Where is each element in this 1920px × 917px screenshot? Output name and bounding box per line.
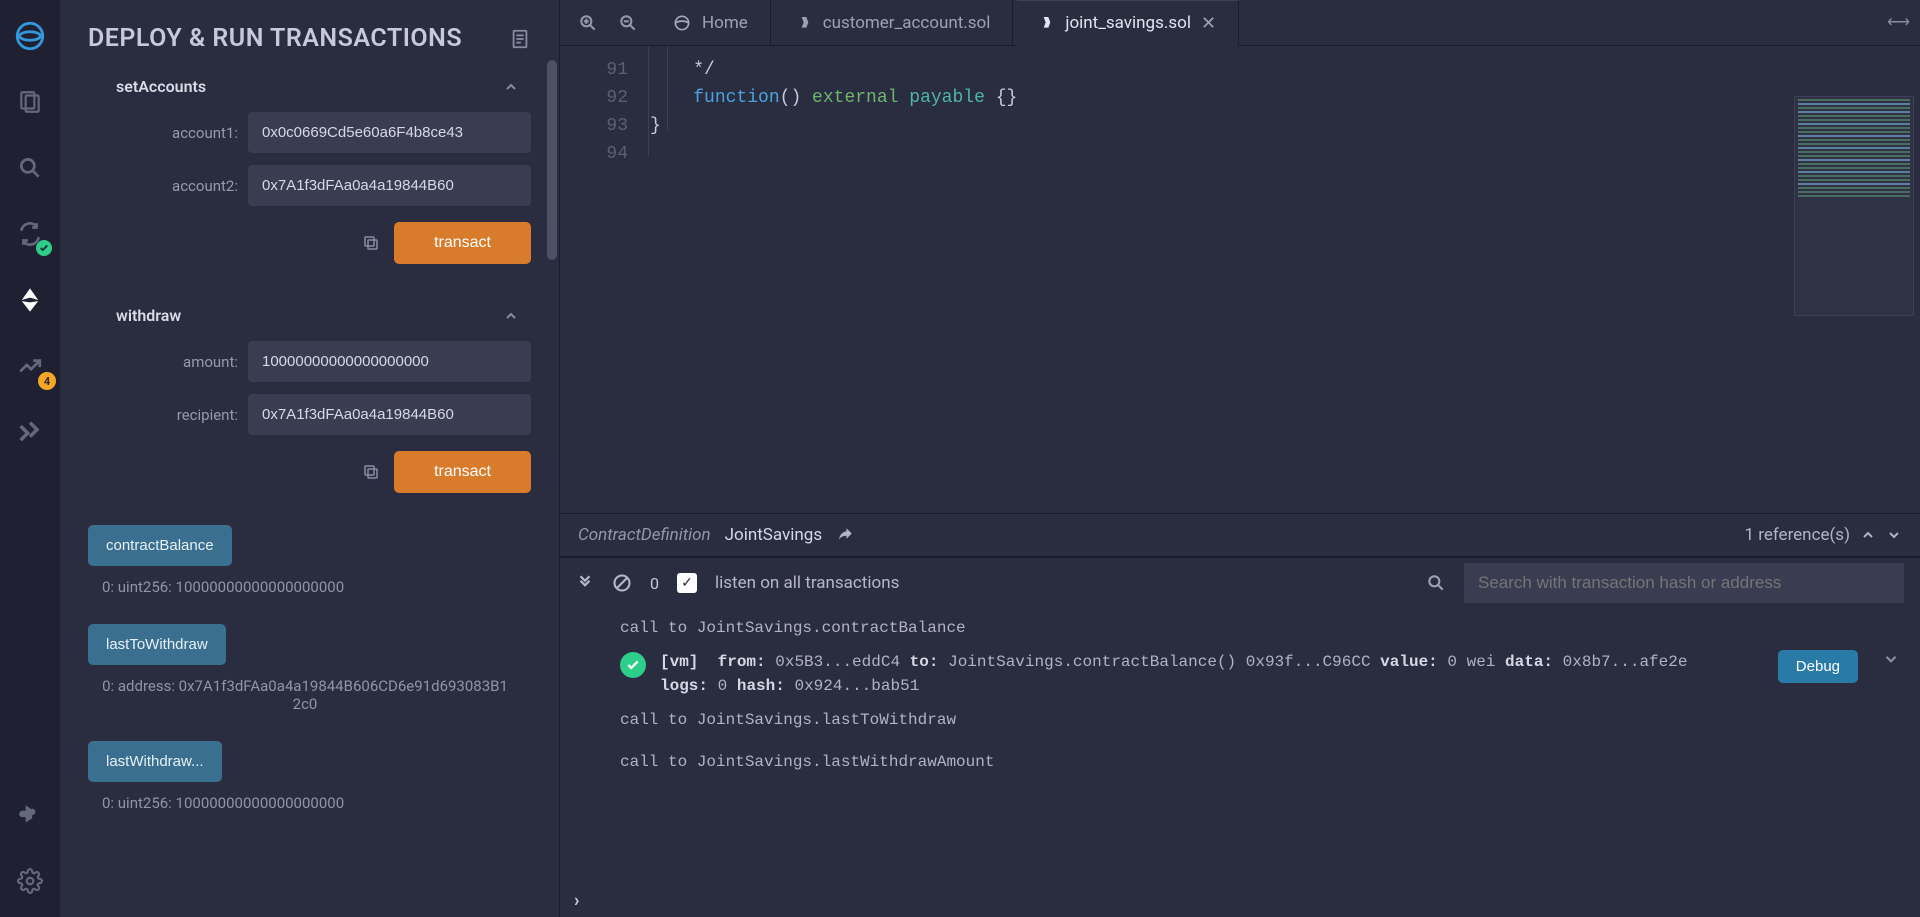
- solidity-file-icon: [797, 15, 813, 31]
- compiler-icon[interactable]: [12, 216, 48, 252]
- zoom-in-icon[interactable]: [570, 5, 606, 41]
- view-lastWithdraw...: lastWithdraw...0: uint256: 1000000000000…: [88, 741, 531, 830]
- tab-customer-account[interactable]: customer_account.sol: [775, 0, 1014, 46]
- view-button[interactable]: lastWithdraw...: [88, 741, 222, 782]
- remix-logo[interactable]: [12, 18, 48, 54]
- tx-details: [vm] from: 0x5B3...eddC4 to: JointSaving…: [660, 650, 1764, 698]
- close-icon[interactable]: ✕: [1201, 13, 1216, 34]
- function-name: withdraw: [116, 306, 181, 325]
- copy-icon[interactable]: [362, 463, 380, 481]
- home-icon: [672, 13, 692, 33]
- collapse-terminal-icon[interactable]: [576, 574, 594, 592]
- param-input[interactable]: [248, 394, 531, 435]
- code-content: */ function() external payable {} }: [650, 56, 1017, 168]
- debug-button[interactable]: Debug: [1778, 650, 1858, 683]
- view-button[interactable]: lastToWithdraw: [88, 624, 226, 665]
- icon-sidebar: 4: [0, 0, 60, 917]
- view-result: 0: uint256: 10000000000000000000: [88, 782, 508, 830]
- terminal-toolbar: 0 ✓ listen on all transactions: [560, 558, 1920, 608]
- terminal-line: call to JointSavings.contractBalance: [620, 616, 1900, 640]
- prompt-caret-icon: ›: [574, 890, 579, 911]
- line-gutter: 91 92 93 94: [560, 56, 640, 168]
- view-contractBalance: contractBalance0: uint256: 1000000000000…: [88, 525, 531, 614]
- param-label: account2:: [128, 177, 238, 195]
- function-header[interactable]: withdraw: [88, 296, 531, 335]
- view-result: 0: uint256: 10000000000000000000: [88, 566, 508, 614]
- main-area: Home customer_account.sol joint_savings.…: [560, 0, 1920, 917]
- param-label: recipient:: [128, 406, 238, 424]
- file-explorer-icon[interactable]: [12, 84, 48, 120]
- function-header[interactable]: setAccounts: [88, 67, 531, 106]
- chevron-up-icon[interactable]: [503, 308, 519, 324]
- terminal-body[interactable]: call to JointSavings.contractBalance [vm…: [560, 608, 1920, 883]
- listen-label: listen on all transactions: [715, 573, 899, 593]
- view-lastToWithdraw: lastToWithdraw0: address: 0x7A1f3dFAa0a4…: [88, 624, 531, 731]
- tab-joint-savings[interactable]: joint_savings.sol ✕: [1017, 0, 1239, 46]
- function-setAccounts: setAccounts account1: account2: transact: [88, 67, 531, 268]
- terminal: 0 ✓ listen on all transactions call to J…: [560, 557, 1920, 917]
- solidity-file-icon: [1039, 15, 1055, 31]
- settings-icon[interactable]: [12, 863, 48, 899]
- param-row: amount:: [128, 335, 531, 388]
- param-row: account2:: [128, 159, 531, 212]
- function-name: setAccounts: [116, 77, 206, 96]
- transaction-row[interactable]: [vm] from: 0x5B3...eddC4 to: JointSaving…: [620, 640, 1900, 708]
- listen-checkbox[interactable]: ✓: [677, 573, 697, 593]
- zoom-out-icon[interactable]: [610, 5, 646, 41]
- transact-row: transact: [88, 441, 531, 497]
- deploy-run-icon[interactable]: [12, 282, 48, 318]
- deploy-panel: DEPLOY & RUN TRANSACTIONS setAccounts acc…: [60, 0, 560, 917]
- transact-row: transact: [88, 212, 531, 268]
- compile-success-badge: [36, 240, 52, 256]
- copy-icon[interactable]: [362, 234, 380, 252]
- param-row: recipient:: [128, 388, 531, 441]
- docs-icon[interactable]: [509, 28, 531, 50]
- tab-home[interactable]: Home: [650, 0, 771, 46]
- chevron-down-icon[interactable]: [1882, 650, 1900, 668]
- function-withdraw: withdraw amount: recipient: transact: [88, 296, 531, 497]
- chevron-up-icon[interactable]: [503, 79, 519, 95]
- analysis-icon[interactable]: 4: [12, 348, 48, 384]
- expand-editor-icon[interactable]: ⟷: [1887, 12, 1910, 31]
- references-label[interactable]: 1 reference(s): [1744, 525, 1850, 545]
- tabbar: Home customer_account.sol joint_savings.…: [560, 0, 1920, 46]
- terminal-line: call to JointSavings.lastToWithdraw: [620, 708, 1900, 732]
- pending-count: 0: [650, 574, 659, 593]
- param-row: account1:: [128, 106, 531, 159]
- tx-success-icon: [620, 652, 646, 678]
- analysis-badge: 4: [38, 372, 56, 390]
- minimap[interactable]: [1794, 96, 1914, 316]
- breadcrumb-kind: ContractDefinition: [578, 525, 711, 545]
- terminal-search-input[interactable]: [1464, 563, 1904, 603]
- param-input[interactable]: [248, 112, 531, 153]
- param-label: account1:: [128, 124, 238, 142]
- param-label: amount:: [128, 353, 238, 371]
- breadcrumb-name: JointSavings: [725, 525, 822, 545]
- chevron-down-icon[interactable]: [1886, 527, 1902, 543]
- terminal-line: call to JointSavings.lastWithdrawAmount: [620, 750, 1900, 774]
- view-button[interactable]: contractBalance: [88, 525, 232, 566]
- plugin-manager-icon[interactable]: [12, 797, 48, 833]
- share-icon[interactable]: [836, 526, 854, 544]
- param-input[interactable]: [248, 341, 531, 382]
- transact-button[interactable]: transact: [394, 222, 531, 264]
- search-icon[interactable]: [12, 150, 48, 186]
- transact-button[interactable]: transact: [394, 451, 531, 493]
- terminal-input-row[interactable]: ›: [560, 883, 1920, 917]
- terminal-search-icon[interactable]: [1426, 573, 1446, 593]
- breadcrumb-bar: ContractDefinition JointSavings 1 refere…: [560, 513, 1920, 557]
- code-editor[interactable]: 91 92 93 94 */ function() external payab…: [560, 46, 1920, 513]
- panel-scrollbar[interactable]: [547, 60, 557, 260]
- view-result: 0: address: 0x7A1f3dFAa0a4a19844B606CD6e…: [88, 665, 508, 731]
- debugger-icon[interactable]: [12, 414, 48, 450]
- param-input[interactable]: [248, 165, 531, 206]
- chevron-up-icon[interactable]: [1860, 527, 1876, 543]
- panel-title: DEPLOY & RUN TRANSACTIONS: [88, 24, 462, 53]
- clear-terminal-icon[interactable]: [612, 573, 632, 593]
